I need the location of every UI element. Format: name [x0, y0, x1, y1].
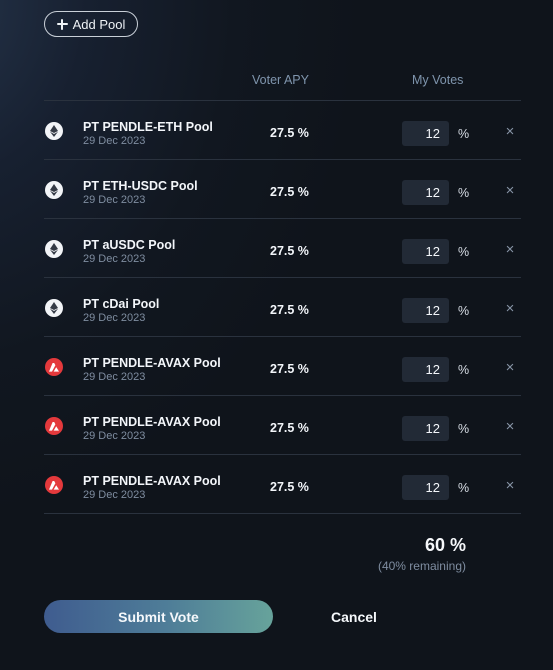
- remaining-votes: (40% remaining): [377, 559, 466, 573]
- pool-row: PT PENDLE-AVAX Pool 29 Dec 2023 27.5 % %…: [44, 337, 521, 396]
- avax-icon: [45, 476, 63, 494]
- voter-apy-value: 27.5 %: [270, 244, 309, 258]
- vote-percent-input[interactable]: [402, 121, 449, 146]
- pool-row: PT cDai Pool 29 Dec 2023 27.5 % % ×: [44, 278, 521, 337]
- close-icon[interactable]: ×: [503, 183, 517, 199]
- pool-name: PT aUSDC Pool: [83, 238, 176, 252]
- eth-icon: [45, 181, 63, 199]
- pool-name: PT PENDLE-AVAX Pool: [83, 356, 221, 370]
- pool-name: PT PENDLE-AVAX Pool: [83, 474, 221, 488]
- avax-icon: [45, 358, 63, 376]
- percent-unit: %: [458, 186, 470, 200]
- eth-icon: [45, 122, 63, 140]
- pool-vote-list: PT PENDLE-ETH Pool 29 Dec 2023 27.5 % % …: [44, 100, 521, 514]
- pool-row: PT ETH-USDC Pool 29 Dec 2023 27.5 % % ×: [44, 160, 521, 219]
- pool-row: PT PENDLE-AVAX Pool 29 Dec 2023 27.5 % %…: [44, 455, 521, 514]
- percent-unit: %: [458, 481, 470, 495]
- pool-maturity-date: 29 Dec 2023: [83, 312, 146, 324]
- close-icon[interactable]: ×: [503, 124, 517, 140]
- percent-unit: %: [458, 363, 470, 377]
- pool-name: PT PENDLE-ETH Pool: [83, 120, 213, 134]
- eth-icon: [45, 299, 63, 317]
- vote-percent-input[interactable]: [402, 298, 449, 323]
- pool-name: PT ETH-USDC Pool: [83, 179, 198, 193]
- close-icon[interactable]: ×: [503, 360, 517, 376]
- pool-name: PT PENDLE-AVAX Pool: [83, 415, 221, 429]
- pool-row: PT PENDLE-ETH Pool 29 Dec 2023 27.5 % % …: [44, 101, 521, 160]
- close-icon[interactable]: ×: [503, 301, 517, 317]
- close-icon[interactable]: ×: [503, 242, 517, 258]
- my-votes-header: My Votes: [412, 73, 464, 87]
- pool-maturity-date: 29 Dec 2023: [83, 371, 146, 383]
- plus-icon: [56, 18, 68, 30]
- vote-percent-input[interactable]: [402, 416, 449, 441]
- pool-maturity-date: 29 Dec 2023: [83, 253, 146, 265]
- submit-vote-button[interactable]: Submit Vote: [44, 600, 273, 633]
- voter-apy-value: 27.5 %: [270, 303, 309, 317]
- voter-apy-value: 27.5 %: [270, 362, 309, 376]
- pool-row: PT PENDLE-AVAX Pool 29 Dec 2023 27.5 % %…: [44, 396, 521, 455]
- voter-apy-header: Voter APY: [252, 73, 309, 87]
- pool-maturity-date: 29 Dec 2023: [83, 489, 146, 501]
- percent-unit: %: [458, 245, 470, 259]
- vote-percent-input[interactable]: [402, 357, 449, 382]
- close-icon[interactable]: ×: [503, 419, 517, 435]
- vote-percent-input[interactable]: [402, 180, 449, 205]
- pool-row: PT aUSDC Pool 29 Dec 2023 27.5 % % ×: [44, 219, 521, 278]
- voter-apy-value: 27.5 %: [270, 480, 309, 494]
- pool-maturity-date: 29 Dec 2023: [83, 194, 146, 206]
- vote-percent-input[interactable]: [402, 475, 449, 500]
- avax-icon: [45, 417, 63, 435]
- add-pool-label: Add Pool: [72, 16, 126, 32]
- add-pool-button[interactable]: Add Pool: [44, 11, 138, 37]
- percent-unit: %: [458, 304, 470, 318]
- pool-maturity-date: 29 Dec 2023: [83, 430, 146, 442]
- vote-percent-input[interactable]: [402, 239, 449, 264]
- close-icon[interactable]: ×: [503, 478, 517, 494]
- percent-unit: %: [458, 422, 470, 436]
- voter-apy-value: 27.5 %: [270, 185, 309, 199]
- pool-name: PT cDai Pool: [83, 297, 160, 311]
- cancel-button[interactable]: Cancel: [320, 600, 388, 633]
- eth-icon: [45, 240, 63, 258]
- voter-apy-value: 27.5 %: [270, 421, 309, 435]
- voter-apy-value: 27.5 %: [270, 126, 309, 140]
- pool-maturity-date: 29 Dec 2023: [83, 135, 146, 147]
- percent-unit: %: [458, 127, 470, 141]
- total-votes: 60 %: [424, 535, 466, 555]
